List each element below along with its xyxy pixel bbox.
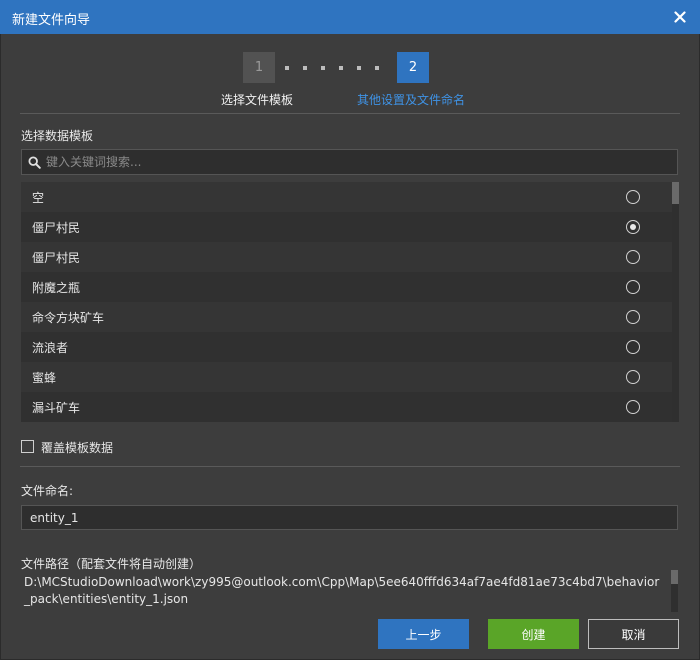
progress-dot <box>357 66 361 70</box>
list-item[interactable]: 漏斗矿车 <box>21 392 672 422</box>
list-item-label: 僵尸村民 <box>32 251 81 265</box>
progress-dot <box>303 66 307 70</box>
list-item[interactable]: 蜜蜂 <box>21 362 672 392</box>
list-item-radio[interactable] <box>626 310 640 324</box>
cancel-button[interactable]: 取消 <box>588 619 679 649</box>
overwrite-template-checkbox[interactable] <box>21 440 34 453</box>
file-path-scrollbar-thumb[interactable] <box>671 570 678 584</box>
list-item[interactable]: 附魔之瓶 <box>21 272 672 302</box>
step-2-label: 其他设置及文件命名 <box>357 93 466 107</box>
list-item-radio[interactable] <box>626 190 640 204</box>
list-item[interactable]: 空 <box>21 182 672 212</box>
divider <box>20 466 680 467</box>
title-bar: 新建文件向导 <box>0 0 700 34</box>
template-list-scrollbar-thumb[interactable] <box>672 182 679 204</box>
progress-dot <box>375 66 379 70</box>
list-item-label: 流浪者 <box>32 341 69 355</box>
list-item-radio[interactable] <box>626 250 640 264</box>
window-title: 新建文件向导 <box>12 13 91 28</box>
file-path-display: D:\MCStudioDownload\work\zy995@outlook.c… <box>21 570 671 612</box>
list-item[interactable]: 僵尸村民 <box>21 212 672 242</box>
file-name-input[interactable] <box>30 506 670 529</box>
progress-dot <box>285 66 289 70</box>
previous-step-button[interactable]: 上一步 <box>378 619 469 649</box>
list-item-radio[interactable] <box>626 340 640 354</box>
template-list-scrollbar[interactable] <box>672 182 679 422</box>
list-item-label: 蜜蜂 <box>32 371 57 385</box>
template-list: 空 僵尸村民 僵尸村民 附魔之瓶 命令方块矿车 流浪者 蜜蜂 漏斗矿车 <box>21 182 672 422</box>
list-item-label: 漏斗矿车 <box>32 401 81 415</box>
progress-dot <box>339 66 343 70</box>
step-2-indicator: 2 <box>397 52 429 83</box>
close-button[interactable] <box>668 5 692 29</box>
overwrite-template-label: 覆盖模板数据 <box>41 441 114 455</box>
list-item-radio[interactable] <box>626 400 640 414</box>
step-1-label: 选择文件模板 <box>221 93 294 107</box>
search-icon <box>28 156 41 169</box>
list-item[interactable]: 流浪者 <box>21 332 672 362</box>
list-item-label: 附魔之瓶 <box>32 281 81 295</box>
create-button[interactable]: 创建 <box>488 619 579 649</box>
list-item-label: 僵尸村民 <box>32 221 81 235</box>
search-input[interactable] <box>46 150 666 174</box>
close-icon <box>674 11 686 23</box>
progress-dot <box>321 66 325 70</box>
file-name-field <box>21 505 678 530</box>
template-section-label: 选择数据模板 <box>21 129 94 143</box>
list-item-radio[interactable] <box>626 370 640 384</box>
divider <box>20 113 680 114</box>
step-progress-dots <box>285 66 389 70</box>
list-item-label: 空 <box>32 191 45 205</box>
list-item[interactable]: 命令方块矿车 <box>21 302 672 332</box>
file-path-value: D:\MCStudioDownload\work\zy995@outlook.c… <box>24 575 660 606</box>
template-search <box>21 149 678 175</box>
list-item-radio[interactable] <box>626 220 640 234</box>
list-item[interactable]: 僵尸村民 <box>21 242 672 272</box>
list-item-radio[interactable] <box>626 280 640 294</box>
step-1-indicator: 1 <box>243 52 275 83</box>
list-item-label: 命令方块矿车 <box>32 311 105 325</box>
file-name-label: 文件命名: <box>21 484 74 498</box>
